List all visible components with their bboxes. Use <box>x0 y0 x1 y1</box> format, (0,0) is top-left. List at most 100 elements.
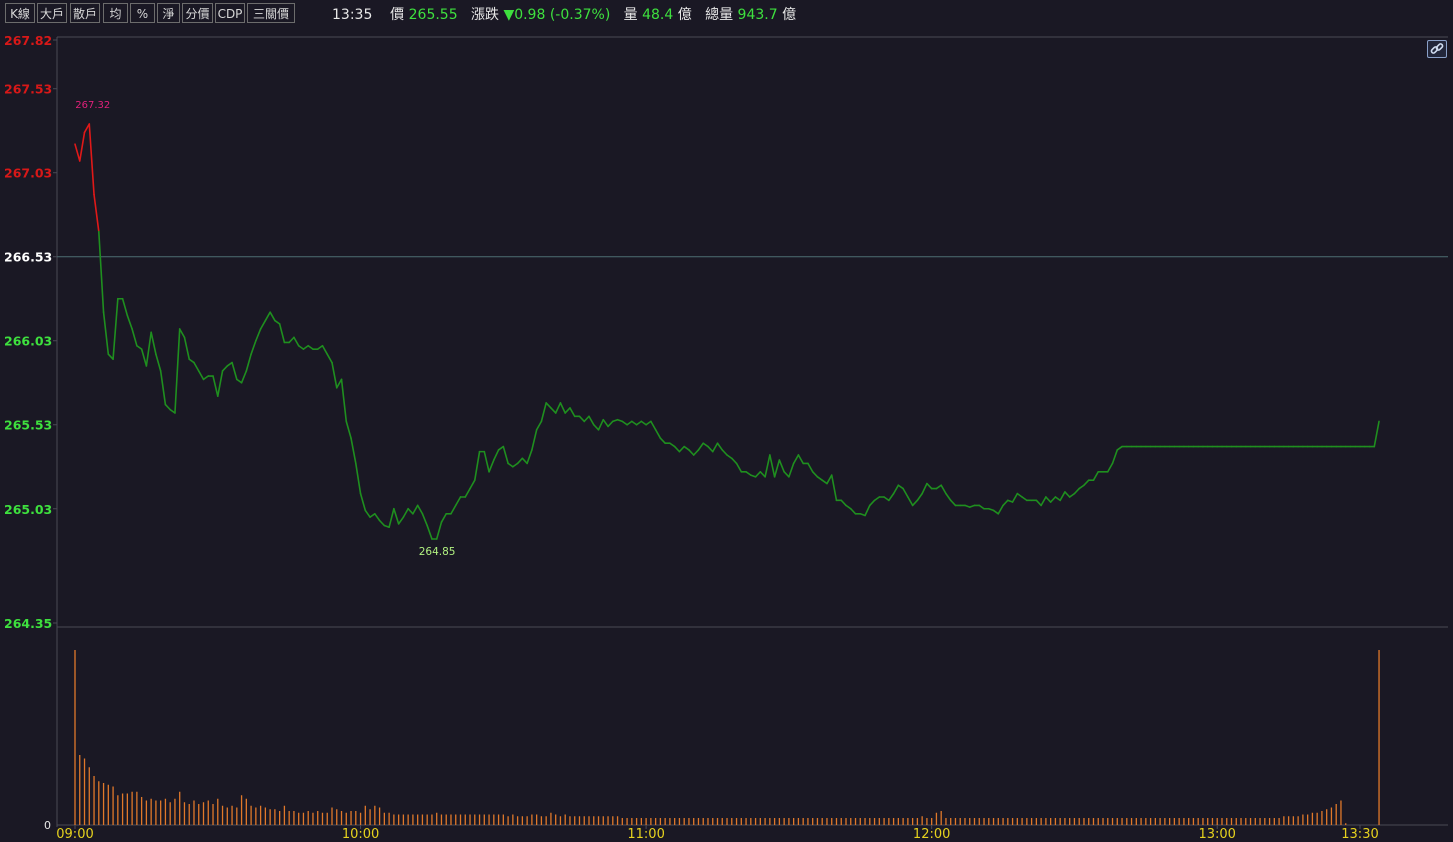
price-line-segment <box>697 442 705 451</box>
price-line-segment <box>1059 491 1066 502</box>
price-line-segment <box>702 442 709 448</box>
price-line-segment <box>911 499 919 507</box>
price-line-segment <box>516 457 524 465</box>
price-line-segment <box>316 344 324 350</box>
price-line-segment <box>226 361 233 367</box>
price-line-segment <box>231 361 238 381</box>
price-line-segment <box>412 504 419 515</box>
price-line-segment <box>178 328 186 339</box>
x-tick-label: 13:30 <box>1341 827 1378 842</box>
price-line-segment <box>464 487 471 498</box>
price-line-segment <box>592 423 600 431</box>
price-line-segment <box>407 507 414 515</box>
price-line-segment <box>650 420 657 431</box>
price-line-segment <box>88 123 95 196</box>
x-tick-label: 09:00 <box>56 827 93 842</box>
price-line-segment <box>145 331 152 367</box>
price-line-segment <box>1083 479 1090 487</box>
price-line-segment <box>940 484 947 495</box>
x-tick-label: 12:00 <box>913 827 950 842</box>
price-line-segment <box>916 492 923 502</box>
price-line-segment <box>345 420 352 439</box>
price-line-segment <box>240 370 248 384</box>
price-line-segment <box>302 344 310 350</box>
price-line-segment <box>564 407 571 414</box>
price-line-segment <box>1002 499 1009 507</box>
price-line-segment <box>1040 496 1047 507</box>
price-line-segment <box>140 348 148 367</box>
price-line-segment <box>521 457 528 465</box>
price-line-segment <box>74 143 81 162</box>
price-line-segment <box>726 454 733 460</box>
price-line-segment <box>1116 445 1123 451</box>
price-line-segment <box>678 445 685 453</box>
price-line-segment <box>897 484 904 490</box>
price-line-segment <box>659 437 666 445</box>
price-line-segment <box>497 445 505 451</box>
y-tick-label: 266.03 <box>4 334 52 349</box>
price-line-segment <box>297 344 305 350</box>
price-line-segment <box>569 407 576 418</box>
price-line-segment <box>978 504 985 510</box>
price-line-segment <box>535 420 543 431</box>
price-line-segment <box>350 437 357 465</box>
price-line-segment <box>788 462 795 478</box>
price-line-segment <box>212 375 219 397</box>
y-tick-label: 266.53 <box>4 250 52 265</box>
high-price-label: 267.32 <box>75 100 110 111</box>
price-line-segment <box>688 449 695 456</box>
price-line-segment <box>402 507 409 518</box>
price-line-segment <box>559 402 567 414</box>
price-line-segment <box>1064 491 1071 498</box>
price-line-segment <box>164 403 171 411</box>
price-line-segment <box>469 479 476 490</box>
price-line-segment <box>902 487 909 498</box>
price-line-segment <box>888 492 895 502</box>
price-line-segment <box>159 370 167 406</box>
price-line-segment <box>450 504 457 515</box>
price-line-segment <box>488 459 495 473</box>
link-button[interactable] <box>1427 40 1447 58</box>
x-tick-label: 11:00 <box>627 827 664 842</box>
price-line-segment <box>454 496 462 507</box>
link-icon <box>1430 43 1444 54</box>
y-tick-label: 265.53 <box>4 418 52 433</box>
price-line-segment <box>435 521 443 540</box>
price-line-segment <box>1068 492 1076 498</box>
price-line-segment <box>635 420 643 426</box>
price-line-segment <box>93 193 100 233</box>
price-line-segment <box>778 459 785 473</box>
price-line-segment <box>669 442 676 448</box>
price-line-segment <box>921 482 928 495</box>
price-line-segment <box>673 445 681 453</box>
price-line-segment <box>174 328 181 414</box>
price-line-segment <box>202 375 210 381</box>
price-line-segment <box>507 462 514 468</box>
price-line-segment <box>369 512 376 518</box>
price-line-segment <box>645 420 652 426</box>
price-line-segment <box>811 470 819 478</box>
price-line-segment <box>716 442 724 451</box>
price-line-segment <box>397 516 405 525</box>
price-line-segment <box>583 415 590 423</box>
price-line-segment <box>821 479 828 485</box>
price-line-segment <box>126 314 133 330</box>
price-line-segment <box>949 499 957 507</box>
price-line-segment <box>378 519 386 527</box>
price-line-segment <box>792 454 800 465</box>
price-line-segment <box>1092 470 1100 481</box>
price-line-segment <box>1049 496 1057 503</box>
price-line-segment <box>707 445 714 453</box>
price-line-segment <box>992 509 1000 515</box>
price-line-segment <box>112 297 119 361</box>
price-line-segment <box>183 336 191 361</box>
price-line-segment <box>830 474 838 502</box>
y-tick-label: 265.03 <box>4 502 52 517</box>
price-line-segment <box>783 470 790 478</box>
y-tick-label: 267.03 <box>4 166 52 181</box>
price-line-segment <box>188 358 195 364</box>
price-line-segment <box>221 365 229 372</box>
price-line-segment <box>274 319 281 325</box>
price-line-segment <box>1111 449 1119 465</box>
price-line-segment <box>945 492 952 502</box>
